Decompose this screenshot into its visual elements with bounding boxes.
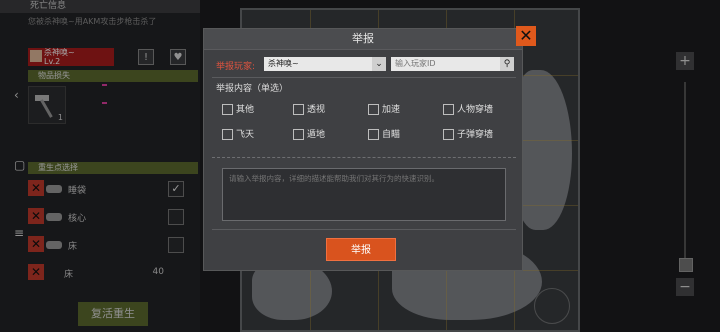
player-select[interactable]: 杀神唤~ ⌄ bbox=[264, 57, 386, 71]
option-label: 飞天 bbox=[236, 130, 255, 140]
checkbox[interactable] bbox=[222, 129, 233, 140]
checkbox[interactable] bbox=[443, 129, 454, 140]
report-option[interactable]: 子弹穿墙 bbox=[443, 129, 493, 142]
checkbox[interactable] bbox=[368, 104, 379, 115]
report-player-label: 举报玩家: bbox=[216, 62, 256, 72]
checkbox[interactable] bbox=[443, 104, 454, 115]
checkbox[interactable] bbox=[293, 104, 304, 115]
option-label: 其他 bbox=[236, 105, 255, 115]
submit-report-button[interactable]: 举报 bbox=[326, 238, 396, 261]
option-label: 加速 bbox=[382, 105, 401, 115]
option-label: 子弹穿墙 bbox=[457, 130, 494, 140]
divider bbox=[212, 157, 516, 158]
player-select-value: 杀神唤~ bbox=[268, 59, 299, 68]
player-id-input[interactable] bbox=[391, 57, 501, 71]
option-label: 自瞄 bbox=[382, 130, 401, 140]
report-option[interactable]: 其他 bbox=[222, 104, 254, 117]
report-content-label: 举报内容（单选） bbox=[216, 84, 289, 94]
option-label: 遁地 bbox=[307, 130, 326, 140]
report-option[interactable]: 自瞄 bbox=[368, 129, 400, 142]
dialog-title: 举报 bbox=[204, 29, 522, 50]
report-option[interactable]: 透视 bbox=[293, 104, 325, 117]
option-label: 透视 bbox=[307, 105, 326, 115]
report-dialog: 举报 举报玩家: 杀神唤~ ⌄ ⚲ 举报内容（单选） 其他 透视 加速 人物穿墙… bbox=[203, 28, 523, 271]
report-option[interactable]: 人物穿墙 bbox=[443, 104, 493, 117]
report-option[interactable]: 加速 bbox=[368, 104, 400, 117]
option-label: 人物穿墙 bbox=[457, 105, 494, 115]
divider bbox=[212, 229, 516, 230]
report-option[interactable]: 遁地 bbox=[293, 129, 325, 142]
report-option[interactable]: 飞天 bbox=[222, 129, 254, 142]
chevron-down-icon[interactable]: ⌄ bbox=[372, 57, 386, 71]
close-icon[interactable]: ✕ bbox=[516, 26, 536, 46]
checkbox[interactable] bbox=[293, 129, 304, 140]
checkbox[interactable] bbox=[222, 104, 233, 115]
description-input[interactable] bbox=[222, 168, 506, 221]
divider bbox=[212, 77, 516, 78]
search-icon[interactable]: ⚲ bbox=[500, 57, 514, 71]
checkbox[interactable] bbox=[368, 129, 379, 140]
